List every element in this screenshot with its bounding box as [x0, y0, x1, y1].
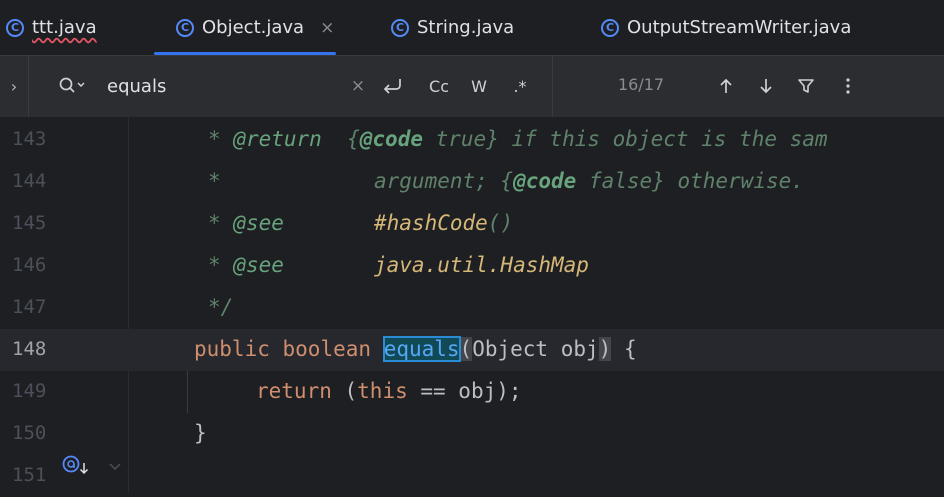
- clear-search-icon[interactable]: ×: [348, 72, 368, 100]
- line-number: 151: [12, 464, 47, 486]
- divider: [552, 56, 553, 117]
- match-case-button[interactable]: Cc: [424, 72, 454, 100]
- code-editor[interactable]: 143 * @return {@code true} if this objec…: [0, 117, 944, 493]
- code-text: * @return {@code true} if this object is…: [208, 127, 828, 151]
- line-number: 150: [12, 422, 47, 444]
- code-text: java.util.HashMap: [374, 253, 589, 277]
- code-text: *: [208, 169, 221, 193]
- code-line: 147 */: [0, 287, 944, 329]
- class-icon: C: [6, 18, 24, 37]
- next-occurrence-icon[interactable]: [754, 72, 778, 100]
- code-line: 150 }: [0, 413, 944, 455]
- tab-label: ttt.java: [32, 17, 97, 38]
- words-button[interactable]: W: [466, 72, 492, 100]
- tab-label: Object.java: [202, 17, 305, 38]
- line-number: 149: [12, 380, 47, 402]
- new-line-icon[interactable]: [380, 72, 404, 100]
- tab-label: OutputStreamWriter.java: [627, 17, 852, 38]
- search-match-highlight: equals: [382, 336, 461, 362]
- expand-replace-button[interactable]: ›: [0, 56, 29, 117]
- code-text: #hashCode(): [374, 211, 514, 235]
- code-line: 143 * @return {@code true} if this objec…: [0, 119, 944, 161]
- class-icon: C: [391, 18, 409, 37]
- code-text: argument; {@code false} otherwise.: [374, 169, 804, 193]
- code-line: 151: [0, 455, 944, 497]
- tab-outputstreamwriter-java[interactable]: C OutputStreamWriter.java: [601, 0, 851, 55]
- code-text: return (this == obj);: [256, 379, 522, 403]
- code-line: 146 * @see java.util.HashMap: [0, 245, 944, 287]
- active-tab-indicator: [154, 52, 337, 55]
- code-line: 145 * @see #hashCode(): [0, 203, 944, 245]
- tab-ttt-java[interactable]: C ttt.java: [6, 0, 97, 55]
- code-text: * @see: [208, 211, 284, 235]
- line-number: 146: [12, 254, 47, 276]
- line-number: 143: [12, 128, 47, 150]
- previous-occurrence-icon[interactable]: [714, 72, 738, 100]
- line-number: 144: [12, 170, 47, 192]
- find-bar: › × Cc W .* 16/17: [0, 56, 944, 118]
- filter-icon[interactable]: [794, 72, 818, 100]
- search-history-icon[interactable]: [58, 76, 88, 100]
- indent-guide: [187, 371, 188, 413]
- code-text: */: [208, 295, 234, 319]
- class-icon: C: [176, 18, 194, 37]
- search-input[interactable]: [107, 72, 337, 100]
- more-options-icon[interactable]: [838, 72, 858, 100]
- line-number: 148: [12, 338, 47, 360]
- tab-label: String.java: [417, 17, 515, 38]
- code-text: }: [194, 421, 207, 445]
- tab-object-java[interactable]: C Object.java ×: [154, 0, 337, 55]
- editor-tab-bar: C ttt.java C Object.java × C String.java…: [0, 0, 944, 56]
- code-text: * @see: [208, 253, 284, 277]
- line-number: 145: [12, 212, 47, 234]
- match-counter: 16/17: [618, 75, 665, 94]
- close-icon[interactable]: ×: [320, 18, 334, 38]
- class-icon: C: [601, 18, 619, 37]
- line-number: 147: [12, 296, 47, 318]
- code-line: 144 * argument; {@code false} otherwise.: [0, 161, 944, 203]
- code-text: public boolean equals(Object obj) {: [194, 336, 637, 362]
- regex-button[interactable]: .*: [506, 72, 534, 100]
- tab-string-java[interactable]: C String.java: [391, 0, 514, 55]
- code-line-current: 148 public boolean equals(Object obj) {: [0, 329, 944, 371]
- code-line: 149 return (this == obj);: [0, 371, 944, 413]
